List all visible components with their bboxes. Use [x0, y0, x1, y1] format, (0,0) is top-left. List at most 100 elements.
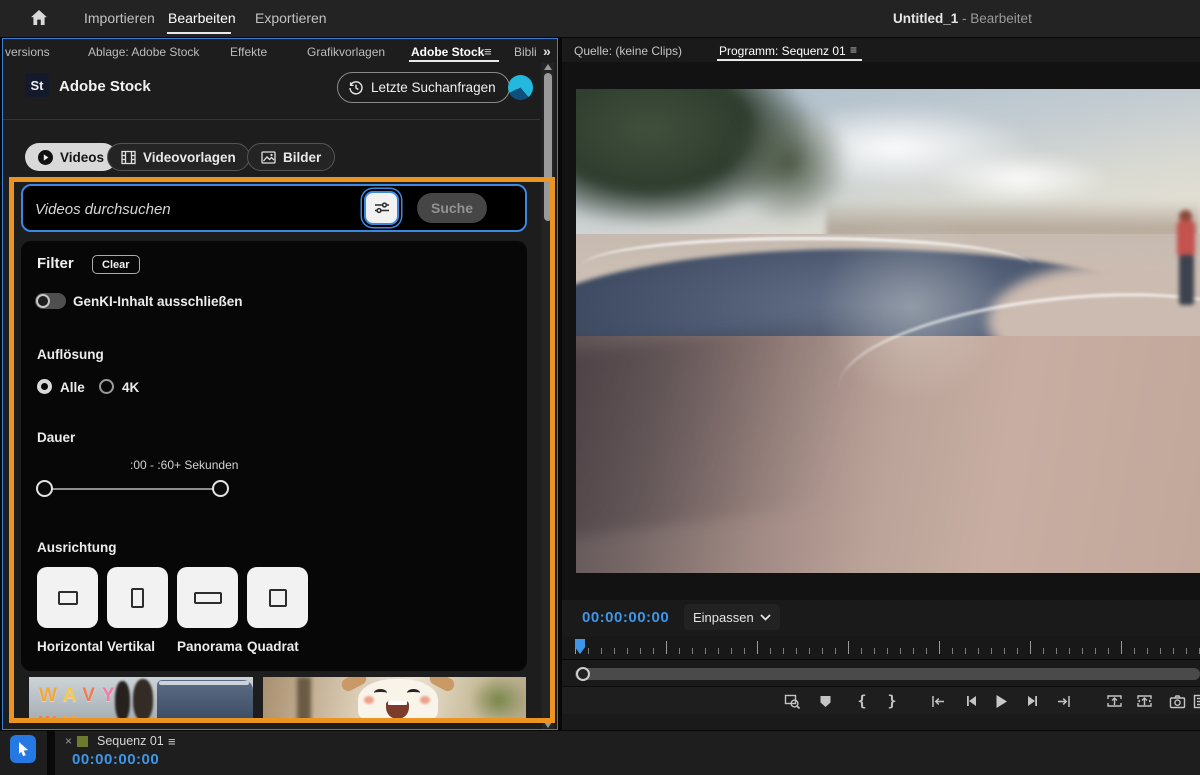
- timeline-panel: × Sequenz 01 ≡ 00:00:00:00: [55, 731, 1200, 775]
- document-title: Untitled_1 - Bearbeitet: [893, 11, 1032, 26]
- orientation-horizontal-button[interactable]: [37, 567, 98, 628]
- landscape-rect-icon: [58, 591, 78, 605]
- comparison-view-icon[interactable]: [783, 692, 801, 710]
- add-marker-icon[interactable]: [816, 692, 834, 710]
- nav-exportieren[interactable]: Exportieren: [255, 10, 327, 26]
- tab-effekte[interactable]: Effekte: [230, 45, 267, 59]
- film-icon: [121, 150, 136, 165]
- genai-toggle-label[interactable]: GenKI-Inhalt ausschließen: [73, 294, 243, 309]
- portrait-rect-icon: [131, 588, 144, 608]
- radio-alle-label[interactable]: Alle: [60, 380, 85, 395]
- clear-filters-button[interactable]: Clear: [92, 255, 140, 274]
- image-icon: [261, 150, 276, 165]
- wavy-title-text: WAVY: [39, 685, 122, 707]
- play-icon[interactable]: [992, 692, 1010, 710]
- nav-importieren[interactable]: Importieren: [84, 10, 155, 26]
- search-input[interactable]: [35, 198, 365, 220]
- duration-title: Dauer: [37, 430, 75, 445]
- timeline-tab-sequenz[interactable]: Sequenz 01: [97, 734, 164, 748]
- document-name: Untitled_1: [893, 11, 958, 26]
- go-to-in-icon[interactable]: [928, 692, 946, 710]
- nav-bearbeiten[interactable]: Bearbeiten: [168, 10, 236, 26]
- radio-alle[interactable]: [37, 379, 52, 394]
- timeline-menu-icon[interactable]: ≡: [168, 734, 175, 749]
- step-forward-icon[interactable]: [1023, 692, 1041, 710]
- tab-versions[interactable]: versions: [5, 45, 50, 59]
- orientation-vertical-button[interactable]: [107, 567, 168, 628]
- tab-adobe-stock[interactable]: Adobe Stock: [411, 45, 484, 59]
- active-tab-underline: [717, 59, 862, 61]
- scroll-down-icon[interactable]: [544, 722, 552, 728]
- tab-grafikvorlagen[interactable]: Grafikvorlagen: [307, 45, 385, 59]
- bus-shape: [157, 680, 253, 723]
- genai-exclude-toggle[interactable]: [35, 293, 66, 309]
- adobe-stock-panel: versions Ablage: Adobe Stock Effekte Gra…: [2, 38, 558, 730]
- extract-icon[interactable]: [1135, 692, 1153, 710]
- bottom-strip: × Sequenz 01 ≡ 00:00:00:00: [0, 731, 1200, 775]
- monitor-scrollbar[interactable]: [575, 668, 1200, 680]
- mascot-face: [358, 679, 438, 723]
- person-silhouette: [133, 679, 153, 721]
- adobe-stock-logo: St: [25, 73, 49, 97]
- program-menu-icon[interactable]: ≡: [850, 43, 856, 57]
- lens-flare: [801, 215, 1026, 399]
- media-tab-videovorlagen[interactable]: Videovorlagen: [107, 143, 250, 171]
- app-bar: Importieren Bearbeiten Exportieren Untit…: [0, 0, 1200, 37]
- tools-panel: [0, 731, 47, 775]
- orientation-vertical-label: Vertikal: [107, 639, 155, 654]
- media-tab-bilder[interactable]: Bilder: [247, 143, 335, 171]
- panel-title: Adobe Stock: [59, 78, 151, 95]
- scrollbar-thumb[interactable]: [544, 73, 552, 221]
- recent-searches-button[interactable]: Letzte Suchanfragen: [337, 72, 510, 103]
- mark-out-icon[interactable]: }: [883, 692, 901, 710]
- radio-4k-label[interactable]: 4K: [122, 380, 139, 395]
- filter-panel-toggle-button[interactable]: [364, 191, 399, 225]
- user-avatar[interactable]: [508, 75, 533, 100]
- scrollbar-knob[interactable]: [576, 667, 590, 681]
- panorama-rect-icon: [194, 592, 222, 604]
- ruler-major-ticks: [575, 641, 1200, 654]
- media-tab-videos[interactable]: Videos: [25, 143, 117, 171]
- sequence-color-chip: [77, 736, 88, 747]
- filter-title: Filter: [37, 255, 74, 272]
- mark-in-icon[interactable]: {: [853, 692, 871, 710]
- result-thumbnail-wavy[interactable]: WAVY WH: [29, 677, 253, 723]
- panel-menu-icon[interactable]: ≡: [484, 44, 491, 59]
- skater-person: [1174, 210, 1198, 330]
- home-icon[interactable]: [30, 9, 48, 29]
- filter-card: Filter Clear GenKI-Inhalt ausschließen A…: [21, 241, 527, 671]
- orientation-square-button[interactable]: [247, 567, 308, 628]
- scroll-up-icon[interactable]: [544, 64, 552, 70]
- duration-slider-track[interactable]: [44, 488, 220, 490]
- radio-4k[interactable]: [99, 379, 114, 394]
- tab-ablage-adobe-stock[interactable]: Ablage: Adobe Stock: [88, 45, 199, 59]
- timeline-timecode[interactable]: 00:00:00:00: [72, 751, 159, 768]
- panel-scrollbar[interactable]: [542, 63, 554, 729]
- lift-icon[interactable]: [1105, 692, 1123, 710]
- tab-overflow-icon[interactable]: »: [543, 43, 551, 59]
- button-editor-icon[interactable]: [1191, 692, 1200, 710]
- export-frame-icon[interactable]: [1168, 692, 1186, 710]
- video-preview: [576, 89, 1200, 573]
- close-icon[interactable]: ×: [65, 734, 72, 748]
- tab-programm[interactable]: Programm: Sequenz 01: [719, 44, 846, 58]
- duration-slider-handle-max[interactable]: [212, 480, 229, 497]
- tab-quelle[interactable]: Quelle: (keine Clips): [574, 44, 682, 58]
- orientation-panorama-button[interactable]: [177, 567, 238, 628]
- duration-slider-handle-min[interactable]: [36, 480, 53, 497]
- program-timecode[interactable]: 00:00:00:00: [582, 609, 669, 626]
- result-thumbnail-mascot[interactable]: [263, 677, 526, 723]
- search-submit-button[interactable]: Suche: [417, 193, 487, 223]
- zoom-fit-select[interactable]: Einpassen: [684, 604, 780, 630]
- duration-range-text: :00 - :60+ Sekunden: [130, 458, 238, 472]
- time-ruler[interactable]: [562, 636, 1200, 660]
- step-back-icon[interactable]: [963, 692, 981, 710]
- header-divider: [3, 119, 540, 120]
- orientation-panorama-label: Panorama: [177, 639, 242, 654]
- program-monitor-panel: Quelle: (keine Clips) Programm: Sequenz …: [562, 38, 1200, 730]
- square-rect-icon: [269, 589, 287, 607]
- tab-bibliotheken[interactable]: Bibli: [514, 45, 537, 59]
- go-to-out-icon[interactable]: [1055, 692, 1073, 710]
- window-frame-blur: [297, 677, 311, 723]
- selection-tool-button[interactable]: [10, 735, 36, 763]
